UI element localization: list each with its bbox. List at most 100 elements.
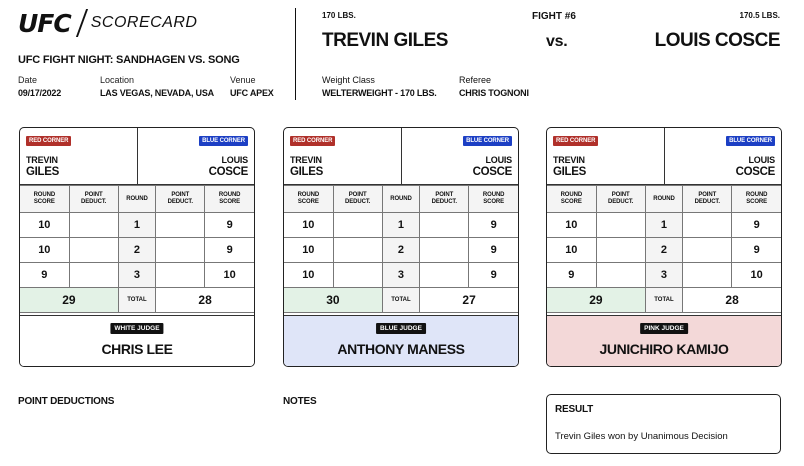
red-point-deduction <box>332 212 383 238</box>
red-round-score: 10 <box>284 212 334 238</box>
blue-total-score: 28 <box>155 287 254 313</box>
red-point-deduction <box>68 212 119 238</box>
red-last-name: GILES <box>26 166 60 178</box>
notes-title: NOTES <box>283 396 317 407</box>
venue-label: Venue <box>230 75 256 85</box>
round-row: 10 1 9 <box>284 212 518 238</box>
round-row: 10 2 9 <box>20 237 254 263</box>
blue-last-name: COSCE <box>208 166 249 178</box>
blue-point-deduction <box>682 237 733 263</box>
point-deductions-title: POINT DEDUCTIONS <box>18 396 115 407</box>
blue-round-score: 9 <box>468 212 518 238</box>
red-round-score: 9 <box>20 262 70 288</box>
red-round-score: 9 <box>547 262 597 288</box>
round-header: ROUND <box>644 185 684 213</box>
red-round-score: 10 <box>547 212 597 238</box>
judge-name: CHRIS LEE <box>101 341 173 357</box>
ufc-logo-text: UFC <box>18 8 72 38</box>
judge-badge: WHITE JUDGE <box>110 323 164 334</box>
round-number: 3 <box>644 262 684 288</box>
corner-header: RED CORNER TREVIN GILES BLUE CORNER LOUI… <box>547 128 781 185</box>
event-date: 09/17/2022 <box>18 88 62 98</box>
result-title: RESULT <box>555 404 594 415</box>
round-score-header: ROUND SCORE <box>547 185 597 213</box>
red-fighter-name: TREVIN GILES <box>322 30 448 51</box>
scorecard-card: RED CORNER TREVIN GILES BLUE CORNER LOUI… <box>546 127 782 367</box>
red-point-deduction <box>332 262 383 288</box>
point-deduct-header: POINT DEDUCT. <box>155 185 206 213</box>
referee-label: Referee <box>459 75 492 85</box>
event-location: LAS VEGAS, NEVADA, USA <box>100 88 214 98</box>
score-table: ROUND SCORE POINT DEDUCT. ROUND POINT DEDUC… <box>284 185 518 313</box>
blue-first-name: LOUIS <box>748 155 775 165</box>
red-round-score: 10 <box>20 212 70 238</box>
round-number: 2 <box>644 237 684 263</box>
point-deduct-header: POINT DEDUCT. <box>595 185 646 213</box>
blue-round-score: 10 <box>731 262 781 288</box>
weight-class-label: Weight Class <box>322 75 375 85</box>
round-number: 1 <box>381 212 421 238</box>
round-row: 9 3 10 <box>20 262 254 288</box>
blue-round-score: 9 <box>204 212 254 238</box>
point-deduct-header: POINT DEDUCT. <box>332 185 383 213</box>
blue-corner-panel: BLUE CORNER LOUIS COSCE <box>401 128 518 185</box>
judge-name: ANTHONY MANESS <box>337 341 465 357</box>
blue-round-score: 9 <box>204 237 254 263</box>
blue-point-deduction <box>155 212 206 238</box>
red-point-deduction <box>68 262 119 288</box>
result-box: RESULT Trevin Giles won by Unanimous Dec… <box>546 394 781 454</box>
red-round-score: 10 <box>547 237 597 263</box>
round-score-header: ROUND SCORE <box>468 185 518 213</box>
blue-first-name: LOUIS <box>485 155 512 165</box>
total-row: 29 TOTAL 28 <box>547 287 781 313</box>
result-text: Trevin Giles won by Unanimous Decision <box>555 431 728 442</box>
total-label: TOTAL <box>117 287 157 313</box>
red-corner-panel: RED CORNER TREVIN GILES <box>20 128 138 185</box>
red-first-name: TREVIN <box>290 155 322 165</box>
blue-fighter-weight: 170.5 LBS. <box>739 11 780 20</box>
score-table-header: ROUND SCORE POINT DEDUCT. ROUND POINT DEDUC… <box>547 185 781 213</box>
judge-section: BLUE JUDGE ANTHONY MANESS <box>284 315 518 366</box>
round-score-header: ROUND SCORE <box>204 185 254 213</box>
red-fighter-weight: 170 LBS. <box>322 11 356 20</box>
scorecard-card: RED CORNER TREVIN GILES BLUE CORNER LOUI… <box>19 127 255 367</box>
scorecard-logo-text: SCORECARD <box>90 14 198 31</box>
point-deduct-header: POINT DEDUCT. <box>419 185 470 213</box>
blue-first-name: LOUIS <box>221 155 248 165</box>
blue-round-score: 10 <box>204 262 254 288</box>
round-row: 9 3 10 <box>547 262 781 288</box>
vs-label: vs. <box>546 33 568 50</box>
blue-point-deduction <box>155 262 206 288</box>
total-row: 29 TOTAL 28 <box>20 287 254 313</box>
header-divider <box>295 8 296 100</box>
score-table: ROUND SCORE POINT DEDUCT. ROUND POINT DEDUC… <box>20 185 254 313</box>
blue-total-score: 28 <box>682 287 781 313</box>
red-total-score: 29 <box>547 287 646 313</box>
event-title: UFC FIGHT NIGHT: SANDHAGEN VS. SONG <box>18 54 240 66</box>
referee-name: CHRIS TOGNONI <box>459 88 529 98</box>
blue-total-score: 27 <box>419 287 518 313</box>
point-deduct-header: POINT DEDUCT. <box>68 185 119 213</box>
judge-name: JUNICHIRO KAMIJO <box>599 341 729 357</box>
red-first-name: TREVIN <box>553 155 585 165</box>
red-round-score: 10 <box>284 237 334 263</box>
blue-point-deduction <box>419 237 470 263</box>
red-total-score: 30 <box>284 287 383 313</box>
red-corner-panel: RED CORNER TREVIN GILES <box>547 128 665 185</box>
score-table-header: ROUND SCORE POINT DEDUCT. ROUND POINT DEDUC… <box>20 185 254 213</box>
round-number: 2 <box>117 237 157 263</box>
blue-round-score: 9 <box>731 212 781 238</box>
blue-point-deduction <box>682 212 733 238</box>
round-score-header: ROUND SCORE <box>20 185 70 213</box>
red-round-score: 10 <box>20 237 70 263</box>
round-number: 1 <box>117 212 157 238</box>
total-row: 30 TOTAL 27 <box>284 287 518 313</box>
round-number: 1 <box>644 212 684 238</box>
round-score-header: ROUND SCORE <box>731 185 781 213</box>
red-corner-badge: RED CORNER <box>553 136 599 146</box>
total-label: TOTAL <box>644 287 684 313</box>
round-row: 10 3 9 <box>284 262 518 288</box>
red-point-deduction <box>595 212 646 238</box>
round-score-header: ROUND SCORE <box>284 185 334 213</box>
round-number: 3 <box>117 262 157 288</box>
